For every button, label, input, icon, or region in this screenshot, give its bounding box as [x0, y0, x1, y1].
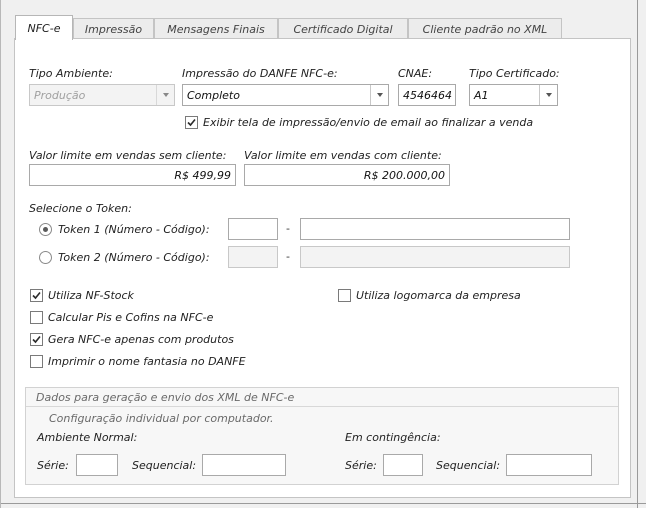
normal-sequencial-input[interactable] [202, 454, 286, 476]
nf-stock-checkbox[interactable] [30, 289, 43, 302]
gera-nfce-produtos-label: Gera NFC-e apenas com produtos [48, 333, 234, 346]
token2-numero-input[interactable] [228, 246, 278, 268]
limite-com-cliente-input[interactable]: R$ 200.000,00 [244, 164, 450, 186]
cnae-value: 4546464 [403, 88, 452, 102]
token2-codigo-input[interactable] [300, 246, 570, 268]
window-border-right [637, 0, 638, 508]
token1-codigo-input[interactable] [300, 218, 570, 240]
token1-separator: - [286, 222, 290, 235]
token1-radio[interactable] [39, 223, 52, 236]
chevron-down-icon[interactable] [156, 85, 174, 105]
token2-radio[interactable] [39, 251, 52, 264]
exibir-tela-checkbox[interactable] [185, 116, 198, 129]
logomarca-checkbox[interactable] [338, 289, 351, 302]
token1-numero-input[interactable] [228, 218, 278, 240]
exibir-tela-label: Exibir tela de impressão/envio de email … [203, 116, 534, 129]
tab-nfce[interactable]: NFC-e [15, 15, 73, 40]
chevron-down-icon[interactable] [539, 85, 557, 105]
contingencia-sequencial-input[interactable] [506, 454, 592, 476]
impressao-danfe-value: Completo [187, 88, 240, 102]
tab-label: Mensagens Finais [167, 22, 265, 36]
window-border-bottom [1, 503, 646, 504]
tipo-certificado-label: Tipo Certificado: [469, 67, 560, 80]
ambiente-normal-label: Ambiente Normal: [37, 431, 138, 444]
xml-config-group: Dados para geração e envio dos XML de NF… [25, 387, 619, 485]
tab-certificado-digital[interactable]: Certificado Digital [278, 18, 408, 39]
token2-label: Token 2 (Número - Código): [58, 251, 210, 264]
limite-com-cliente-value: R$ 200.000,00 [363, 168, 445, 182]
nf-stock-label: Utiliza NF-Stock [48, 289, 134, 302]
checkmark-icon [187, 118, 196, 127]
pis-cofins-checkbox[interactable] [30, 311, 43, 324]
pis-cofins-label: Calcular Pis e Cofins na NFC-e [48, 311, 214, 324]
settings-window: NFC-e Impressão Mensagens Finais Certifi… [0, 0, 646, 508]
tab-label: Certificado Digital [293, 22, 393, 36]
cnae-input[interactable]: 4546464 [398, 84, 456, 106]
xml-group-header: Dados para geração e envio dos XML de NF… [26, 388, 618, 407]
token1-label: Token 1 (Número - Código): [58, 223, 210, 236]
token2-separator: - [286, 250, 290, 263]
contingencia-sequencial-label: Sequencial: [436, 459, 501, 472]
impressao-danfe-label: Impressão do DANFE NFC-e: [182, 67, 338, 80]
tab-label: Impressão [84, 22, 143, 36]
tab-label: Cliente padrão no XML [422, 22, 548, 36]
tab-mensagens-finais[interactable]: Mensagens Finais [154, 18, 278, 39]
impressao-danfe-select[interactable]: Completo [182, 84, 389, 106]
tab-label: NFC-e [27, 21, 61, 35]
limite-com-cliente-label: Valor limite em vendas com cliente: [244, 149, 442, 162]
xml-group-title: Dados para geração e envio dos XML de NF… [36, 391, 295, 404]
tab-impressao[interactable]: Impressão [73, 18, 154, 39]
checkmark-icon [32, 335, 41, 344]
normal-sequencial-label: Sequencial: [132, 459, 197, 472]
limite-sem-cliente-label: Valor limite em vendas sem cliente: [29, 149, 227, 162]
logomarca-label: Utiliza logomarca da empresa [356, 289, 521, 302]
normal-serie-label: Série: [37, 459, 69, 472]
tab-cliente-padrao-xml[interactable]: Cliente padrão no XML [408, 18, 562, 39]
contingencia-label: Em contingência: [345, 431, 441, 444]
chevron-down-icon[interactable] [370, 85, 388, 105]
token-label: Selecione o Token: [29, 202, 132, 215]
gera-nfce-produtos-checkbox[interactable] [30, 333, 43, 346]
limite-sem-cliente-input[interactable]: R$ 499,99 [29, 164, 236, 186]
normal-serie-input[interactable] [76, 454, 118, 476]
cnae-label: CNAE: [398, 67, 433, 80]
limite-sem-cliente-value: R$ 499,99 [174, 168, 231, 182]
tipo-certificado-select[interactable]: A1 [469, 84, 558, 106]
tipo-ambiente-select[interactable]: Produção [29, 84, 175, 106]
contingencia-serie-label: Série: [345, 459, 377, 472]
tipo-ambiente-label: Tipo Ambiente: [29, 67, 113, 80]
nome-fantasia-label: Imprimir o nome fantasia no DANFE [48, 355, 246, 368]
nfce-panel: Tipo Ambiente: Impressão do DANFE NFC-e:… [14, 38, 631, 498]
xml-group-subtitle: Configuração individual por computador. [49, 412, 274, 425]
tipo-ambiente-value: Produção [34, 88, 86, 102]
nome-fantasia-checkbox[interactable] [30, 355, 43, 368]
checkmark-icon [32, 291, 41, 300]
contingencia-serie-input[interactable] [383, 454, 423, 476]
tipo-certificado-value: A1 [474, 88, 489, 102]
